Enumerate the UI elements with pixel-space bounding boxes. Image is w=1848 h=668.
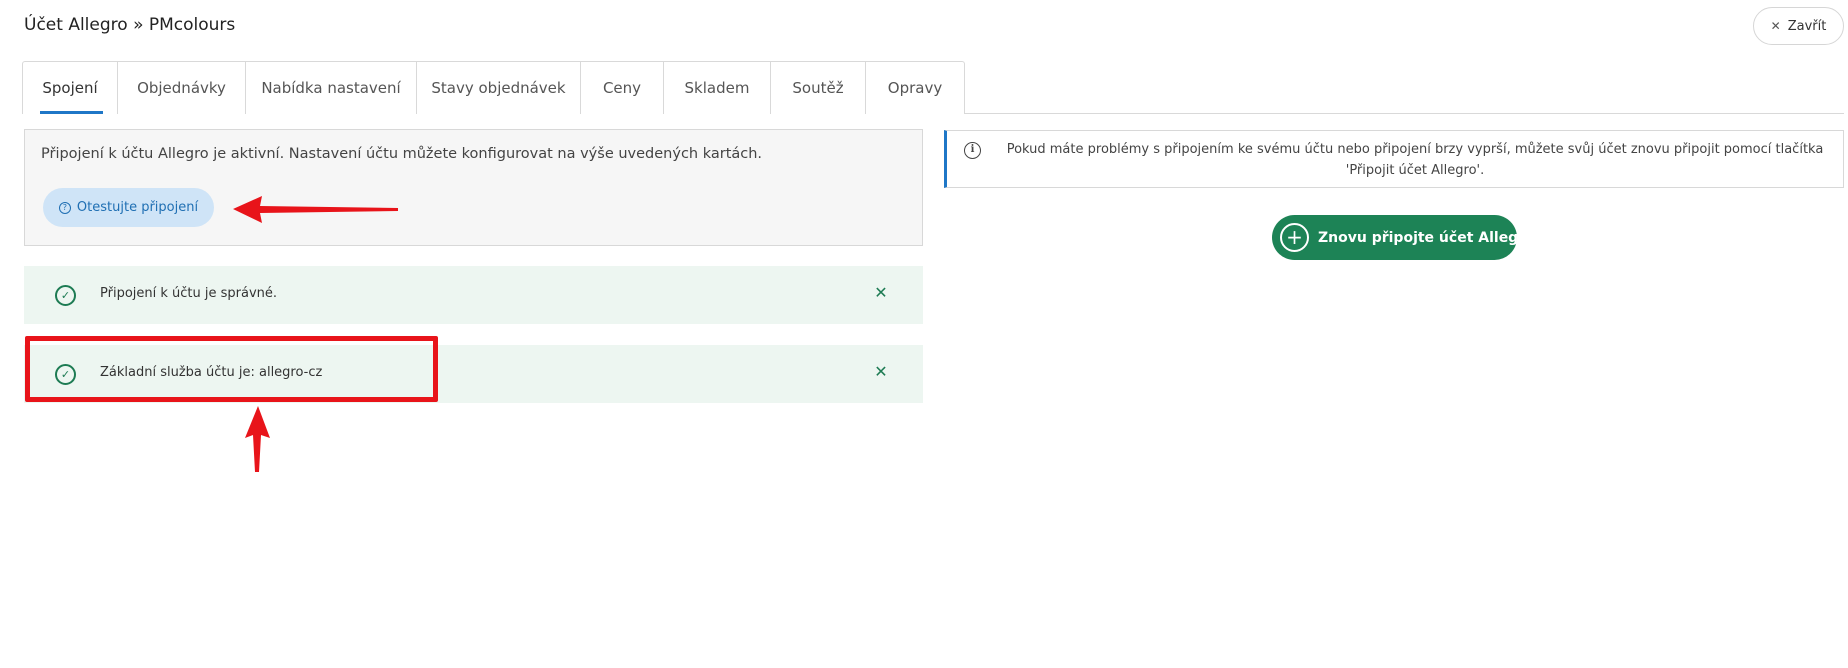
plus-circle-icon: + xyxy=(1280,223,1309,252)
tab-label: Skladem xyxy=(684,79,750,97)
close-button-label: Zavřít xyxy=(1787,18,1827,34)
tab-label: Opravy xyxy=(887,79,943,97)
close-icon: ✕ xyxy=(1770,19,1781,33)
tab-ceny[interactable]: Ceny xyxy=(581,62,664,114)
check-circle-icon: ✓ xyxy=(55,285,76,306)
tab-label: Stavy objednávek xyxy=(431,79,566,97)
page-title: Účet Allegro » PMcolours xyxy=(24,15,236,35)
up-arrow-annotation xyxy=(245,406,270,472)
tab-objednavky[interactable]: Objednávky xyxy=(118,62,246,114)
tab-label: Objednávky xyxy=(137,79,226,97)
tab-nabidka-nastaveni[interactable]: Nabídka nastavení xyxy=(246,62,417,114)
tab-label: Spojení xyxy=(42,79,98,97)
question-icon: ? xyxy=(58,201,71,214)
info-icon: i xyxy=(964,142,981,159)
reconnect-button-label: Znovu připojte účet Allegro xyxy=(1318,229,1535,246)
connection-status-text: Připojení k účtu Allegro je aktivní. Nas… xyxy=(41,146,763,162)
tab-bar: Spojení Objednávky Nabídka nastavení Sta… xyxy=(22,61,965,114)
tab-label: Nabídka nastavení xyxy=(261,79,401,97)
tab-label: Soutěž xyxy=(792,79,844,97)
tab-opravy[interactable]: Opravy xyxy=(866,62,964,114)
reconnect-account-button[interactable]: + Znovu připojte účet Allegro xyxy=(1272,215,1535,260)
info-notice: i Pokud máte problémy s připojením ke sv… xyxy=(944,130,1844,188)
tab-stavy-objednavek[interactable]: Stavy objednávek xyxy=(417,62,581,114)
test-connection-label: Otestujte připojení xyxy=(76,200,199,215)
dismiss-alert-button[interactable]: ✕ xyxy=(870,283,892,305)
test-connection-button[interactable]: ? Otestujte připojení xyxy=(43,188,214,227)
dismiss-alert-button[interactable]: ✕ xyxy=(870,362,892,384)
highlight-box-annotation xyxy=(25,336,438,402)
connection-panel: Připojení k účtu Allegro je aktivní. Nas… xyxy=(24,129,923,246)
tab-label: Ceny xyxy=(602,79,642,97)
tab-skladem[interactable]: Skladem xyxy=(664,62,771,114)
info-text: Pokud máte problémy s připojením ke svém… xyxy=(1006,142,1824,178)
tab-soutez[interactable]: Soutěž xyxy=(771,62,866,114)
close-button[interactable]: ✕ Zavřít xyxy=(1753,7,1844,45)
left-arrow-annotation xyxy=(233,196,398,223)
tab-spojeni[interactable]: Spojení xyxy=(23,62,118,114)
alert-text: Připojení k účtu je správné. xyxy=(100,286,278,301)
success-alert-connection: ✓ Připojení k účtu je správné. ✕ xyxy=(24,266,923,324)
